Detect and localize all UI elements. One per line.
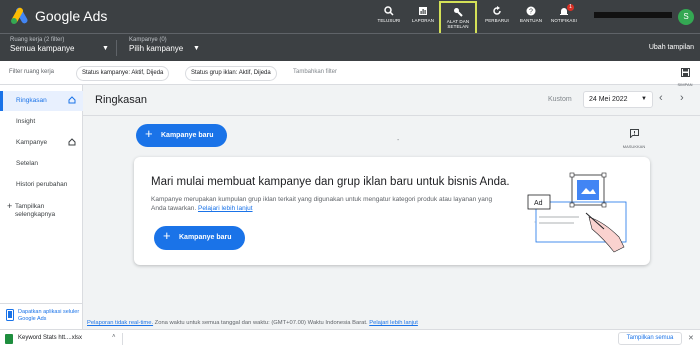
refresh-label: PERBARUI bbox=[485, 18, 509, 23]
scope-divider bbox=[116, 40, 117, 56]
date-range-picker[interactable]: 24 Mei 2022 ▼ bbox=[583, 91, 653, 108]
sidebar-item-setelan[interactable]: Setelan bbox=[0, 154, 83, 174]
campaign-illustration: Ad bbox=[527, 172, 627, 253]
search-icon bbox=[384, 6, 394, 16]
change-view-button[interactable]: Ubah tampilan bbox=[649, 44, 694, 51]
show-more-label: Tampilkan selengkapnya bbox=[15, 203, 56, 218]
feedback-label: MASUKKAN bbox=[622, 144, 646, 149]
get-app-label: Dapatkan aplikasi seluler Google Ads bbox=[18, 309, 80, 322]
sidebar-item-label: Kampanye bbox=[16, 139, 48, 146]
main-content: Ringkasan Kustom 24 Mei 2022 ▼ ‹ › + Kam… bbox=[83, 85, 700, 329]
card-description: Kampanye merupakan kumpulan grup iklan t… bbox=[151, 195, 501, 213]
refresh-icon bbox=[493, 6, 501, 15]
add-filter-button[interactable]: Tambahkan filter bbox=[293, 69, 337, 75]
avatar[interactable]: S bbox=[678, 9, 694, 25]
top-bar: Google Ads TELUSURI LAPORAN ALAT DAN SET… bbox=[0, 0, 700, 41]
chevron-down-icon: ▼ bbox=[641, 96, 647, 102]
feedback-button[interactable]: MASUKKAN bbox=[621, 125, 647, 149]
wrench-icon bbox=[454, 8, 463, 17]
home-icon bbox=[68, 138, 76, 146]
date-range-value: 24 Mei 2022 bbox=[589, 96, 628, 103]
plus-icon: + bbox=[163, 228, 171, 243]
notifications-label: NOTIFIKASI bbox=[550, 18, 577, 23]
sidebar-item-kampanye[interactable]: Kampanye bbox=[0, 133, 83, 153]
feedback-icon bbox=[629, 129, 639, 139]
workspace-name: Semua kampanye bbox=[10, 44, 75, 53]
reports-button[interactable]: LAPORAN bbox=[404, 2, 442, 31]
app-title: Google Ads bbox=[35, 8, 108, 24]
filter-label: Filter ruang kerja bbox=[9, 69, 55, 75]
new-campaign-label: Kampanye baru bbox=[161, 132, 214, 139]
timezone-text: Zona waktu untuk semua tanggal dan waktu… bbox=[153, 320, 370, 326]
new-campaign-label: Kampanye baru bbox=[179, 234, 232, 241]
save-button[interactable]: SIMPAN bbox=[676, 64, 694, 87]
plus-icon: + bbox=[145, 126, 153, 141]
campaign-count: Kampanye (0) bbox=[129, 37, 167, 43]
show-all-downloads-button[interactable]: Tampilkan semua bbox=[618, 332, 682, 345]
sidebar-item-label: Histori perubahan bbox=[16, 181, 68, 188]
chevron-down-icon: ▼ bbox=[102, 45, 109, 52]
reports-label: LAPORAN bbox=[411, 18, 435, 23]
account-info-redacted[interactable] bbox=[594, 12, 672, 18]
footnote-learn-more-link[interactable]: Pelajari lebih lanjut bbox=[369, 320, 418, 326]
search-button[interactable]: TELUSURI bbox=[370, 2, 408, 31]
divider bbox=[122, 333, 123, 345]
new-campaign-button-card[interactable]: + Kampanye baru bbox=[154, 226, 245, 250]
previous-period-button[interactable]: ‹ bbox=[659, 92, 663, 104]
empty-state-card: Mari mulai membuat kampanye dan grup ikl… bbox=[134, 157, 650, 265]
save-icon bbox=[680, 68, 690, 77]
tools-settings-label: ALAT DAN SETELAN bbox=[446, 19, 470, 29]
sidebar-item-label: Insight bbox=[16, 118, 36, 125]
workspace-filter-count: Ruang kerja (2 filter) bbox=[10, 37, 65, 43]
workspace-selector[interactable]: Ruang kerja (2 filter) Semua kampanye ▼ bbox=[10, 37, 110, 53]
search-label: TELUSURI bbox=[377, 18, 401, 23]
filter-chip-campaign-status[interactable]: Status kampanye: Aktif, Dijeda bbox=[76, 66, 170, 81]
filter-chip-adgroup-status[interactable]: Status grup iklan: Aktif, Dijeda bbox=[185, 66, 277, 81]
reporting-footnote: Pelaporan tidak real-time. Zona waktu un… bbox=[87, 320, 418, 326]
notifications-button[interactable]: 1 NOTIFIKASI bbox=[545, 2, 583, 31]
sidebar-item-insight[interactable]: Insight bbox=[0, 112, 83, 132]
help-icon: ? bbox=[526, 6, 536, 16]
next-period-button[interactable]: › bbox=[680, 92, 684, 104]
learn-more-link[interactable]: Pelajari lebih lanjut bbox=[198, 205, 253, 212]
home-icon bbox=[68, 96, 76, 104]
sidebar-item-label: Setelan bbox=[16, 160, 39, 167]
reports-icon bbox=[419, 7, 427, 15]
svg-text:?: ? bbox=[529, 9, 533, 16]
scope-bar: Ruang kerja (2 filter) Semua kampanye ▼ … bbox=[0, 33, 700, 61]
divider bbox=[83, 115, 700, 116]
campaign-selector[interactable]: Kampanye (0) Pilih kampanye ▼ bbox=[129, 37, 204, 53]
not-realtime-link[interactable]: Pelaporan tidak real-time. bbox=[87, 320, 153, 326]
refresh-button[interactable]: PERBARUI bbox=[478, 2, 516, 31]
filter-bar: Filter ruang kerja Status kampanye: Akti… bbox=[0, 61, 700, 87]
placeholder-dash: - bbox=[397, 137, 400, 144]
sidebar-item-histori[interactable]: Histori perubahan bbox=[0, 175, 83, 195]
new-campaign-button-top[interactable]: + Kampanye baru bbox=[136, 124, 227, 147]
sidebar-item-label: Ringkasan bbox=[16, 97, 47, 104]
sidebar-item-ringkasan[interactable]: Ringkasan bbox=[0, 91, 83, 111]
get-mobile-app-link[interactable]: Dapatkan aplikasi seluler Google Ads bbox=[0, 303, 83, 329]
phone-icon bbox=[6, 309, 14, 321]
date-range-type: Kustom bbox=[548, 96, 572, 103]
chevron-up-icon[interactable]: ˄ bbox=[112, 334, 116, 340]
close-icon[interactable]: ✕ bbox=[688, 334, 694, 342]
excel-file-icon bbox=[5, 334, 13, 344]
google-ads-logo-icon[interactable] bbox=[10, 7, 30, 25]
download-bar: Keyword Stats htt....xlsx ˄ Tampilkan se… bbox=[0, 329, 700, 347]
page-title: Ringkasan bbox=[95, 94, 147, 106]
chevron-down-icon: ▼ bbox=[193, 45, 200, 52]
sidebar: Ringkasan Insight Kampanye Setelan Histo… bbox=[0, 85, 83, 329]
card-title: Mari mulai membuat kampanye dan grup ikl… bbox=[151, 176, 510, 188]
ad-label: Ad bbox=[534, 200, 543, 207]
notification-badge: 1 bbox=[567, 4, 574, 11]
download-file-name[interactable]: Keyword Stats htt....xlsx bbox=[18, 335, 82, 341]
